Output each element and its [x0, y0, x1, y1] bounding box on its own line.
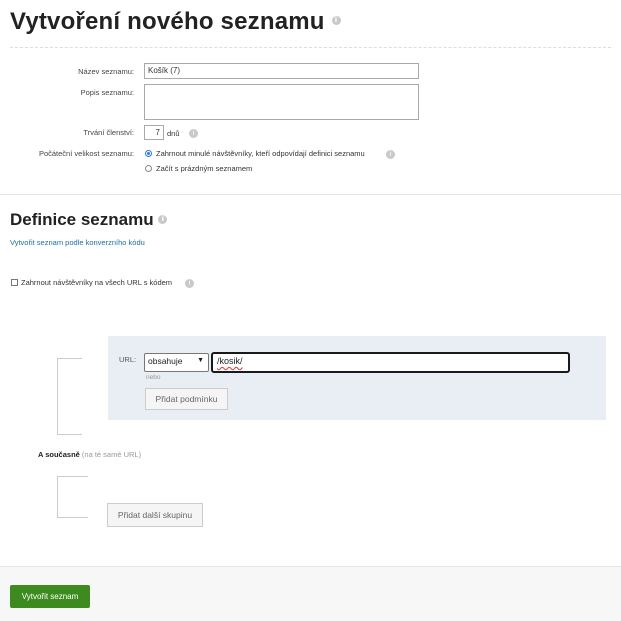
section-divider — [0, 194, 621, 195]
chevron-down-icon: ▼ — [197, 357, 204, 364]
info-icon[interactable]: i — [158, 215, 168, 225]
add-group-button[interactable]: Přidat další skupinu — [107, 503, 203, 527]
initial-size-label: Počáteční velikost seznamu: — [38, 149, 134, 158]
info-icon[interactable]: i — [386, 150, 395, 159]
radio-empty-list-label: Začít s prázdným seznamem — [156, 164, 253, 173]
create-list-button[interactable]: Vytvořit seznam — [10, 585, 90, 608]
conversion-code-link[interactable]: Vytvořit seznam podle konverzního kódu — [10, 238, 145, 247]
duration-input[interactable]: 7 — [144, 125, 164, 140]
group-bracket — [57, 476, 88, 518]
duration-unit: dnů — [167, 129, 180, 138]
url-label: URL: — [119, 355, 137, 364]
operator-select[interactable]: obsahuje ▼ — [144, 353, 209, 372]
info-icon[interactable]: i — [331, 16, 341, 26]
radio-empty-list[interactable] — [145, 165, 152, 172]
name-input[interactable]: Košík (7) — [144, 63, 419, 79]
name-label: Název seznamu: — [78, 67, 134, 76]
and-label: A současně (na té samé URL) — [38, 450, 142, 459]
info-icon[interactable]: i — [189, 129, 198, 138]
page-title: Vytvoření nového seznamu i — [10, 8, 341, 36]
description-textarea[interactable] — [144, 84, 419, 120]
title-divider — [10, 47, 611, 48]
duration-label: Trvání členství: — [83, 128, 134, 137]
include-all-checkbox[interactable] — [11, 279, 18, 286]
or-text: nebo — [146, 374, 161, 381]
url-input[interactable]: /kosik/ — [211, 352, 570, 373]
include-all-label: Zahrnout návštěvníky na všech URL s kóde… — [21, 278, 173, 287]
radio-include-past-label: Zahrnout minulé návštěvníky, kteří odpov… — [156, 149, 365, 158]
footer-bar — [0, 566, 621, 621]
info-icon[interactable]: i — [185, 279, 194, 288]
radio-include-past[interactable] — [145, 150, 152, 157]
description-label: Popis seznamu: — [80, 88, 134, 97]
group-bracket — [57, 358, 82, 435]
definition-title: Definice seznamu i — [10, 210, 168, 230]
add-condition-button[interactable]: Přidat podmínku — [145, 388, 228, 410]
